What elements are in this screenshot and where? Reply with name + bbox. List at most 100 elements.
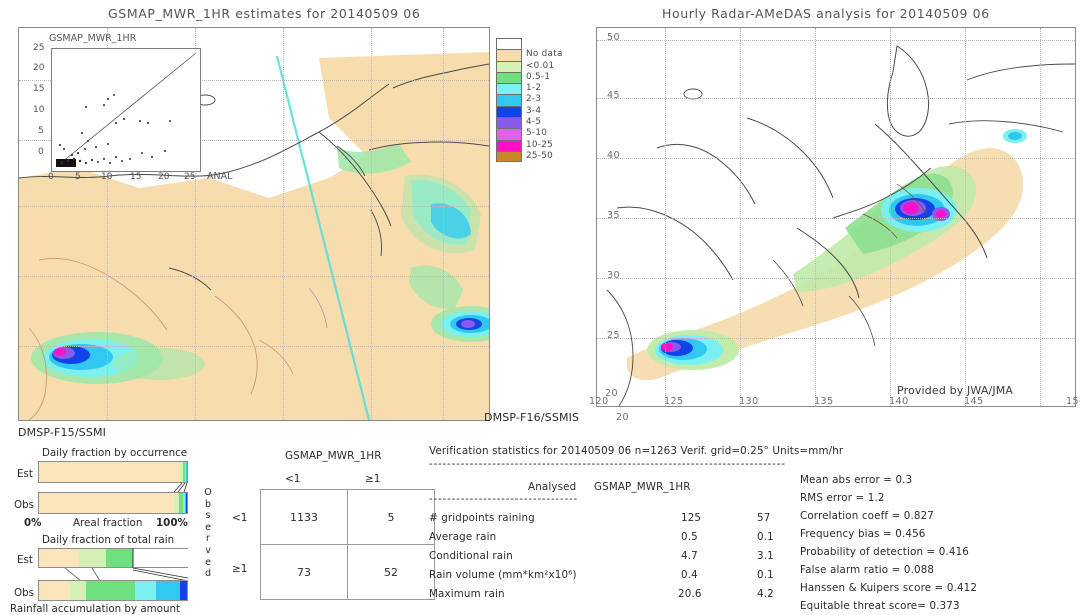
verification-score: Mean abs error = 0.3 bbox=[800, 474, 912, 486]
colorbar-swatches bbox=[496, 38, 522, 162]
colorbar-swatch bbox=[496, 49, 522, 60]
left-map-gridline-h bbox=[19, 276, 489, 277]
occurrence-connector-lines bbox=[38, 483, 188, 492]
colorbar-swatch bbox=[496, 83, 522, 94]
contingency-col-header: ≥1 bbox=[365, 473, 380, 485]
colorbar-label: 2-3 bbox=[526, 94, 563, 105]
total-rain-est-label: Est bbox=[17, 554, 33, 566]
right-panel-title: Hourly Radar-AMeDAS analysis for 2014050… bbox=[662, 6, 990, 21]
right-map-lat-tick: 50 bbox=[607, 32, 620, 43]
left-map-gridline-v bbox=[443, 28, 444, 420]
right-map-lon-tick: 125 bbox=[664, 396, 684, 407]
verification-score: Equitable threat score= 0.373 bbox=[800, 600, 960, 612]
verification-score: False alarm ratio = 0.088 bbox=[800, 564, 934, 576]
scatter-x-tick: 25 bbox=[184, 172, 195, 182]
observed-letter: r bbox=[206, 533, 210, 544]
observed-letter: e bbox=[205, 522, 211, 533]
verification-score: RMS error = 1.2 bbox=[800, 492, 885, 504]
verification-score: Frequency bias = 0.456 bbox=[800, 528, 926, 540]
right-map-gridline-h bbox=[597, 98, 1075, 99]
occurrence-est-bar[interactable] bbox=[38, 461, 188, 483]
scatter-y-tick: 5 bbox=[38, 126, 44, 136]
scatter-x-tick: 20 bbox=[158, 172, 169, 182]
scatter-y-tick: 0 bbox=[38, 147, 44, 157]
contingency-cell-miss: 73 bbox=[261, 545, 348, 600]
right-map-lat-tick: 25 bbox=[607, 330, 620, 341]
scatter-inset-graphic bbox=[52, 49, 200, 171]
colorbar-swatch bbox=[496, 140, 522, 151]
verification-header: Verification statistics for 20140509 06 … bbox=[429, 445, 843, 457]
colorbar-swatch bbox=[496, 94, 522, 105]
colorbar-label: 4-5 bbox=[526, 117, 563, 128]
verification-row-analysed: 125 bbox=[681, 512, 701, 524]
areal-axis-right: 100% bbox=[156, 517, 188, 529]
colorbar-label: 5-10 bbox=[526, 128, 563, 139]
right-map-gridline-v bbox=[890, 28, 891, 406]
scatter-inset-title: GSMAP_MWR_1HR bbox=[49, 33, 136, 44]
verification-row-estimate: 0.1 bbox=[757, 531, 774, 543]
right-map-gridline-h bbox=[597, 338, 1075, 339]
bar-segment bbox=[86, 581, 135, 600]
contingency-cell-false-alarm: 5 bbox=[348, 490, 435, 545]
colorbar-swatch bbox=[496, 61, 522, 72]
verification-row-label: Conditional rain bbox=[429, 550, 513, 562]
right-map-lat-tick: 30 bbox=[607, 270, 620, 281]
observed-letter: d bbox=[205, 568, 211, 579]
right-map-lat-tick: 40 bbox=[607, 150, 620, 161]
contingency-row-header: <1 bbox=[232, 512, 247, 524]
right-map-lat-tick-bottom: 20 bbox=[616, 412, 629, 423]
occurrence-obs-label: Obs bbox=[14, 499, 34, 511]
right-map-lon-tick: 150 bbox=[1066, 396, 1080, 407]
bar-segment bbox=[39, 462, 180, 482]
verification-row-analysed: 4.7 bbox=[681, 550, 698, 562]
right-map-gridline-v bbox=[1040, 28, 1041, 406]
verification-row-label: # gridpoints raining bbox=[429, 512, 535, 524]
verification-col-analysed: Analysed bbox=[528, 481, 576, 493]
right-map-gridline-h bbox=[597, 158, 1075, 159]
colorbar-swatch bbox=[496, 151, 522, 162]
colorbar[interactable]: No data <0.01 0.5-1 1-2 2-3 3-4 4-5 5-10… bbox=[496, 38, 563, 162]
colorbar-label bbox=[526, 38, 563, 49]
total-rain-obs-bar[interactable] bbox=[38, 580, 188, 601]
right-map-gridline-v bbox=[740, 28, 741, 406]
left-map-panel[interactable]: GSMAP_MWR_1HR 25 20 15 10 5 0 0 5 10 15 … bbox=[18, 27, 490, 421]
observed-letter: b bbox=[205, 499, 211, 510]
occurrence-est-label: Est bbox=[17, 468, 33, 480]
verification-row-label: Maximum rain bbox=[429, 588, 505, 600]
right-map-lon-tick: 140 bbox=[889, 396, 909, 407]
occurrence-obs-bar[interactable] bbox=[38, 492, 188, 514]
observed-letter: e bbox=[205, 557, 211, 568]
right-map-panel[interactable]: 50 45 40 35 30 25 20 Provided by JWA/JMA bbox=[596, 27, 1076, 407]
left-map-gridline-v bbox=[283, 28, 284, 420]
scatter-y-tick: 25 bbox=[33, 43, 44, 53]
total-rain-est-right-edge bbox=[38, 548, 190, 568]
observed-letter: v bbox=[205, 545, 211, 556]
verification-row-label: Average rain bbox=[429, 531, 496, 543]
contingency-table[interactable]: 1133 5 73 52 bbox=[260, 489, 435, 600]
bar-segment bbox=[156, 581, 180, 600]
total-rain-chart-title: Daily fraction of total rain bbox=[42, 534, 174, 546]
right-map-gridline-v bbox=[815, 28, 816, 406]
colorbar-label: 0.5-1 bbox=[526, 72, 563, 83]
contingency-cell-hit: 52 bbox=[348, 545, 435, 600]
verification-row-estimate: 57 bbox=[757, 512, 770, 524]
verification-col-estimate: GSMAP_MWR_1HR bbox=[594, 481, 691, 493]
colorbar-swatch bbox=[496, 106, 522, 117]
scatter-y-tick: 15 bbox=[33, 84, 44, 94]
scatter-inset[interactable] bbox=[51, 48, 201, 172]
table-row: 73 52 bbox=[261, 545, 435, 600]
table-row: 1133 5 bbox=[261, 490, 435, 545]
right-map-lon-tick: 130 bbox=[739, 396, 759, 407]
bar-segment bbox=[180, 581, 187, 600]
contingency-title: GSMAP_MWR_1HR bbox=[285, 450, 381, 462]
right-map-gridline-v bbox=[665, 28, 666, 406]
verification-row-label: Rain volume (mm*km²x10⁶) bbox=[429, 569, 577, 581]
right-map-lat-tick: 45 bbox=[607, 90, 620, 101]
colorbar-label: 10-25 bbox=[526, 140, 563, 151]
verification-score: Correlation coeff = 0.827 bbox=[800, 510, 934, 522]
verification-score: Hanssen & Kuipers score = 0.412 bbox=[800, 582, 977, 594]
colorbar-label: 1-2 bbox=[526, 83, 563, 94]
right-map-gridline-h bbox=[597, 40, 1075, 41]
observed-letter: O bbox=[204, 487, 211, 498]
areal-axis-center: Areal fraction bbox=[73, 517, 142, 529]
